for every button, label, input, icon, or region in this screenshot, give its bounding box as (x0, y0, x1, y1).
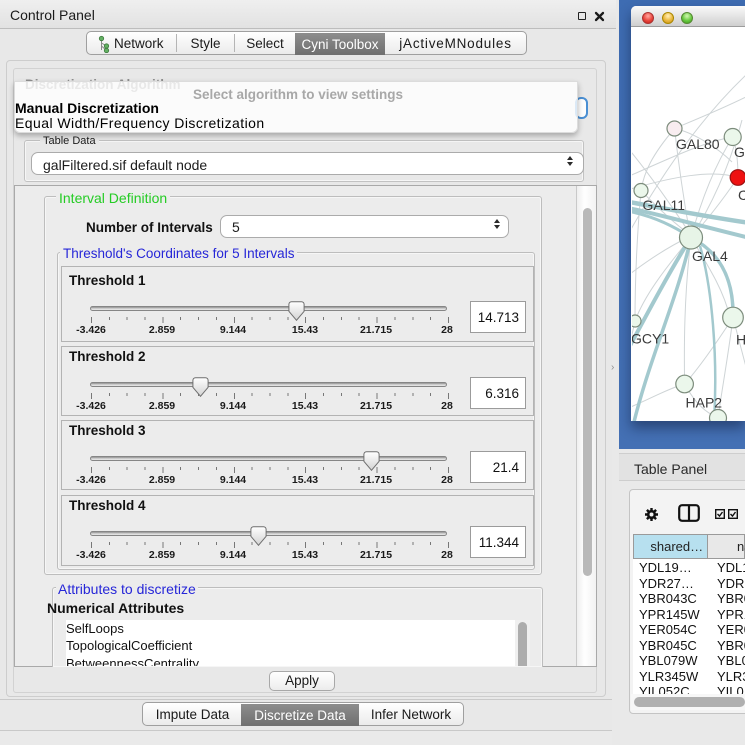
svg-text:HA: HA (736, 332, 745, 348)
svg-text:GAL4: GAL4 (692, 248, 728, 264)
svg-text:HAP2: HAP2 (686, 395, 723, 411)
svg-text:C: C (738, 187, 745, 203)
svg-text:GAL80: GAL80 (676, 136, 720, 152)
svg-text:GCY1: GCY1 (632, 331, 669, 347)
svg-text:GAL11: GAL11 (643, 197, 686, 213)
svg-text:GA: GA (734, 144, 745, 160)
